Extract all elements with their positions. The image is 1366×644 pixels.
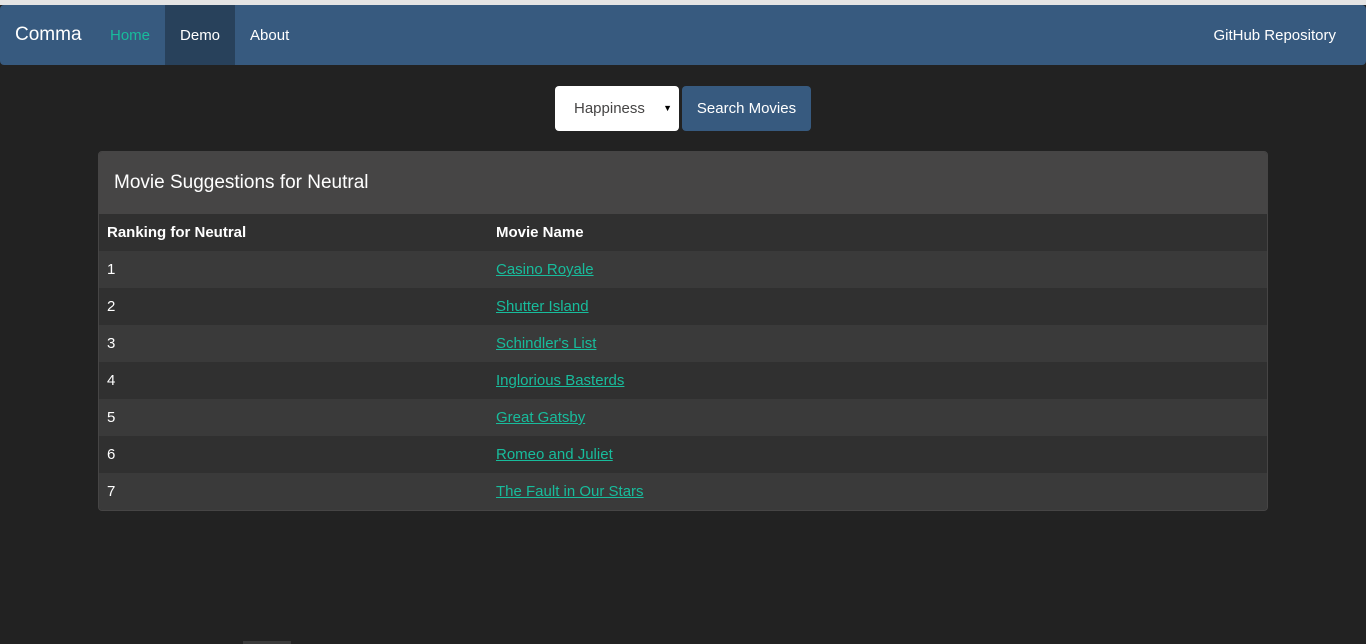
dropdown-caret-icon: ▼ [663,103,672,113]
search-movies-button[interactable]: Search Movies [682,86,811,131]
movie-suggestions-panel: Movie Suggestions for Neutral Ranking fo… [98,151,1268,511]
movie-link[interactable]: Romeo and Juliet [496,446,613,463]
navbar: Comma Home Demo About GitHub Repository [0,5,1366,65]
movie-cell: Romeo and Juliet [488,436,1267,473]
column-header-ranking: Ranking for Neutral [99,214,488,251]
movie-cell: The Fault in Our Stars [488,473,1267,510]
panel-title: Movie Suggestions for Neutral [99,152,1267,214]
movie-link[interactable]: Shutter Island [496,298,589,315]
movie-link[interactable]: Casino Royale [496,261,594,278]
table-row: 2 Shutter Island [99,288,1267,325]
movie-link[interactable]: The Fault in Our Stars [496,483,644,500]
rank-cell: 4 [99,362,488,399]
table-header-row: Ranking for Neutral Movie Name [99,214,1267,251]
movie-cell: Shutter Island [488,288,1267,325]
movie-cell: Great Gatsby [488,399,1267,436]
movie-link[interactable]: Schindler's List [496,335,596,352]
nav-item-home[interactable]: Home [95,5,165,65]
table-row: 1 Casino Royale [99,251,1267,288]
rank-cell: 3 [99,325,488,362]
rank-cell: 5 [99,399,488,436]
movie-table: Ranking for Neutral Movie Name 1 Casino … [99,214,1267,510]
movie-link[interactable]: Inglorious Basterds [496,372,624,389]
github-repository-link[interactable]: GitHub Repository [1198,5,1366,65]
movie-cell: Inglorious Basterds [488,362,1267,399]
table-row: 5 Great Gatsby [99,399,1267,436]
nav-item-demo[interactable]: Demo [165,5,236,65]
table-row: 4 Inglorious Basterds [99,362,1267,399]
rank-cell: 6 [99,436,488,473]
rank-cell: 1 [99,251,488,288]
table-row: 3 Schindler's List [99,325,1267,362]
brand-logo[interactable]: Comma [0,5,95,65]
rank-cell: 7 [99,473,488,510]
movie-cell: Casino Royale [488,251,1267,288]
table-row: 7 The Fault in Our Stars [99,473,1267,510]
nav-item-about[interactable]: About [235,5,304,65]
movie-link[interactable]: Great Gatsby [496,409,585,426]
table-row: 6 Romeo and Juliet [99,436,1267,473]
movie-cell: Schindler's List [488,325,1267,362]
emotion-select-value: Happiness [574,100,645,117]
search-form: Happiness ▼ Search Movies [555,86,811,131]
rank-cell: 2 [99,288,488,325]
column-header-movie-name: Movie Name [488,214,1267,251]
emotion-select[interactable]: Happiness ▼ [555,86,679,131]
